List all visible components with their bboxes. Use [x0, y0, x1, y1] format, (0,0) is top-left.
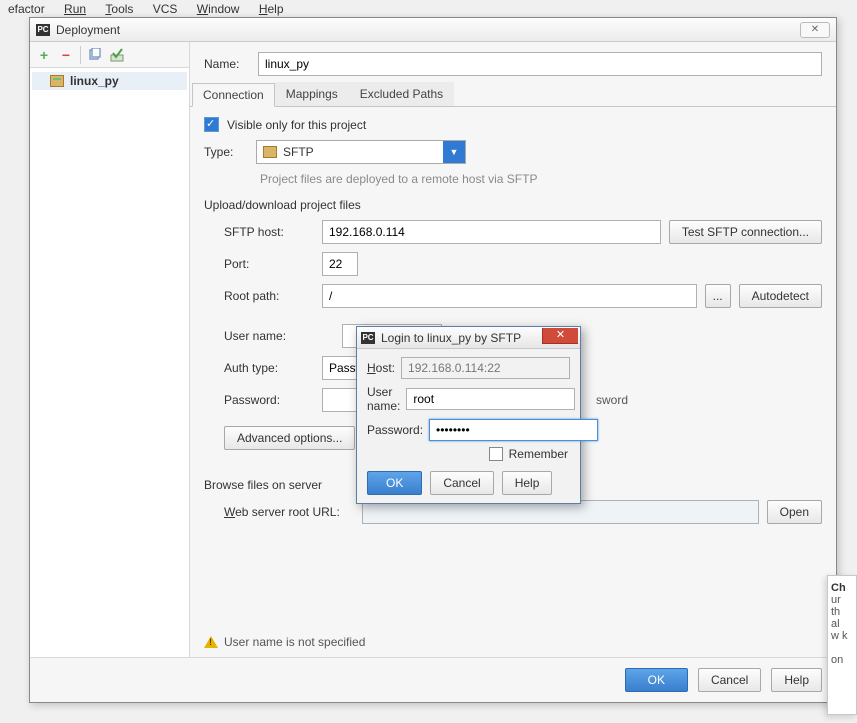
remove-server-button[interactable]: − [58, 47, 74, 63]
check-drive-icon [110, 48, 124, 62]
sftp-host-label: SFTP host: [224, 225, 314, 239]
test-connection-button[interactable]: Test SFTP connection... [669, 220, 822, 244]
dialog-footer: OK Cancel Help [30, 658, 836, 702]
menu-refactor[interactable]: efactor [0, 0, 53, 18]
bg-line [831, 642, 853, 654]
servers-tree[interactable]: linux_py [30, 68, 189, 657]
add-server-button[interactable]: + [36, 47, 52, 63]
login-dialog: PC Login to linux_py by SFTP ✕ Host: Use… [356, 326, 581, 504]
close-dialog-button[interactable]: ✕ [800, 22, 830, 38]
port-input[interactable] [322, 252, 358, 276]
password-label: Password: [224, 393, 314, 407]
name-input[interactable] [258, 52, 822, 76]
server-name-label: linux_py [70, 74, 119, 88]
remember-label: Remember [509, 447, 568, 461]
menu-run[interactable]: Run [56, 0, 94, 18]
login-password-input[interactable] [429, 419, 598, 441]
sftp-host-input[interactable] [322, 220, 661, 244]
login-close-button[interactable]: ✕ [542, 328, 578, 344]
login-password-label: Password: [367, 423, 423, 437]
login-help-button[interactable]: Help [502, 471, 553, 495]
web-root-label: Web server root URL: [224, 505, 354, 519]
dialog-titlebar: PC Deployment ✕ [30, 18, 836, 42]
copy-server-button[interactable] [87, 47, 103, 63]
port-label: Port: [224, 257, 314, 271]
help-button[interactable]: Help [771, 668, 822, 692]
set-default-button[interactable] [109, 47, 125, 63]
login-host-label: Host: [367, 361, 395, 375]
visible-only-label: Visible only for this project [227, 118, 366, 132]
user-name-label: User name: [224, 329, 334, 343]
login-user-input[interactable] [406, 388, 575, 410]
cancel-button[interactable]: Cancel [698, 668, 761, 692]
upload-section-title: Upload/download project files [204, 198, 822, 212]
main-menubar: efactor Run Tools VCS Window Help [0, 0, 857, 18]
visible-only-checkbox[interactable] [204, 117, 219, 132]
type-label: Type: [204, 145, 248, 159]
config-tabs: Connection Mappings Excluded Paths [190, 82, 836, 107]
ok-button[interactable]: OK [625, 668, 688, 692]
app-icon: PC [361, 332, 375, 344]
name-label: Name: [204, 57, 248, 71]
tab-excluded-paths[interactable]: Excluded Paths [349, 82, 454, 106]
servers-sidebar: + − linux_py [30, 42, 190, 657]
login-ok-button[interactable]: OK [367, 471, 422, 495]
login-titlebar: PC Login to linux_py by SFTP ✕ [357, 327, 580, 349]
login-user-label: User name: [367, 385, 400, 413]
type-select[interactable]: SFTP ▼ [256, 140, 466, 164]
save-password-fragment: sword [596, 393, 628, 407]
bg-line: th [831, 606, 853, 618]
warning-icon [204, 636, 218, 648]
menu-help[interactable]: Help [251, 0, 292, 18]
login-title: Login to linux_py by SFTP [381, 331, 542, 345]
validation-warning: User name is not specified [190, 627, 836, 657]
open-web-root-button[interactable]: Open [767, 500, 822, 524]
menu-vcs[interactable]: VCS [145, 0, 186, 18]
app-icon: PC [36, 24, 50, 36]
background-panel-fragment: Ch ur th al w k on [827, 575, 857, 715]
server-tree-item[interactable]: linux_py [32, 72, 187, 90]
bg-line: w k [831, 630, 853, 642]
menu-tools[interactable]: Tools [97, 0, 141, 18]
root-path-label: Root path: [224, 289, 314, 303]
login-host-input [401, 357, 570, 379]
type-value: SFTP [283, 145, 314, 159]
remember-checkbox[interactable] [489, 447, 503, 461]
menu-window[interactable]: Window [189, 0, 248, 18]
server-icon [50, 75, 64, 87]
sidebar-toolbar: + − [30, 42, 189, 68]
toolbar-separator [80, 46, 81, 64]
advanced-options-button[interactable]: Advanced options... [224, 426, 355, 450]
bg-head: Ch [831, 582, 853, 594]
autodetect-button[interactable]: Autodetect [739, 284, 822, 308]
bg-line: ur [831, 594, 853, 606]
auth-type-label: Auth type: [224, 361, 314, 375]
copy-icon [88, 48, 102, 62]
type-hint: Project files are deployed to a remote h… [204, 172, 822, 186]
dropdown-arrow-icon[interactable]: ▼ [443, 141, 465, 163]
tab-mappings[interactable]: Mappings [275, 82, 349, 106]
login-cancel-button[interactable]: Cancel [430, 471, 493, 495]
tab-connection[interactable]: Connection [192, 83, 275, 107]
bg-line: on [831, 654, 853, 666]
dialog-title: Deployment [56, 23, 800, 37]
warning-text: User name is not specified [224, 635, 365, 649]
server-icon [263, 146, 277, 158]
bg-line: al [831, 618, 853, 630]
root-path-input[interactable] [322, 284, 697, 308]
browse-root-button[interactable]: ... [705, 284, 731, 308]
